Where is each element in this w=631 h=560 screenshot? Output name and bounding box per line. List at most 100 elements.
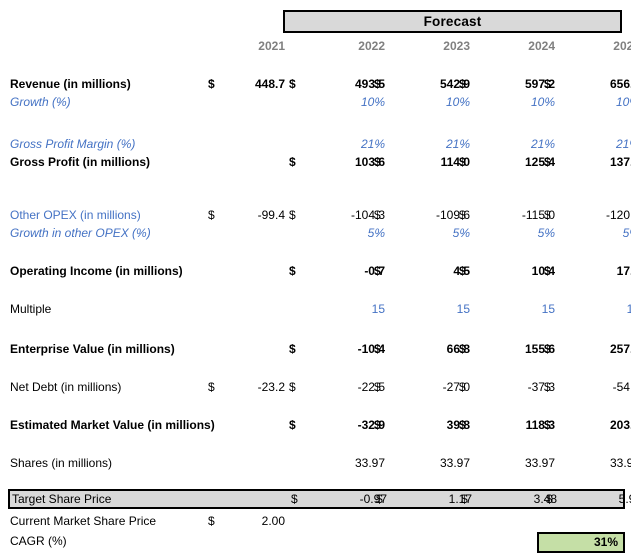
enterprise-value-currency-2025: $	[544, 342, 551, 356]
row-enterprise-value: Enterprise Value (in millions) $ -10.4 $…	[0, 341, 631, 358]
estimated-market-value-currency-2024: $	[459, 418, 466, 432]
operating-income-currency-2025: $	[544, 264, 551, 278]
target-share-price-currency-2022: $	[291, 492, 298, 506]
row-label-shares: Shares (in millions)	[10, 456, 113, 470]
growth-value-2024[interactable]: 10%	[481, 94, 555, 111]
revenue-currency-2024: $	[459, 77, 466, 91]
row-estimated-market-value: Estimated Market Value (in millions) $ -…	[0, 417, 631, 434]
revenue-currency-2023: $	[374, 77, 381, 91]
revenue-currency-2025: $	[544, 77, 551, 91]
row-label-growth-other-opex: Growth in other OPEX (%)	[10, 226, 151, 240]
target-share-price-currency-2024: $	[461, 492, 468, 506]
cagr-value: 31%	[593, 535, 618, 549]
revenue-currency-2022: $	[289, 77, 296, 91]
other-opex-value-2021[interactable]: -99.4	[211, 207, 285, 224]
estimated-market-value-currency-2025: $	[544, 418, 551, 432]
other-opex-currency-2023: $	[374, 208, 381, 222]
net-debt-currency-2022: $	[289, 380, 296, 394]
row-growth-other-opex: Growth in other OPEX (%) 5% 5% 5% 5%	[0, 225, 631, 242]
gross-profit-currency-2025: $	[544, 155, 551, 169]
net-debt-currency-2023: $	[374, 380, 381, 394]
gross-profit-margin-value-2022[interactable]: 21%	[311, 136, 385, 153]
cagr-value-box: 31%	[537, 532, 625, 553]
gross-profit-margin-value-2023[interactable]: 21%	[396, 136, 470, 153]
row-gross-profit: Gross Profit (in millions) $ 103.6 $ 114…	[0, 154, 631, 171]
net-debt-currency-2025: $	[544, 380, 551, 394]
enterprise-value-value-2025: 257.5	[609, 342, 631, 356]
enterprise-value-currency-2024: $	[459, 342, 466, 356]
year-header-2023: 2023	[443, 39, 470, 53]
growth-other-opex-value-2024[interactable]: 5%	[481, 225, 555, 242]
year-header-2021: 2021	[258, 39, 285, 53]
row-growth: Growth (%) 10% 10% 10% 10%	[0, 94, 631, 111]
gross-profit-currency-2023: $	[374, 155, 381, 169]
growth-other-opex-value-2025[interactable]: 5%	[566, 225, 631, 242]
shares-value-2022: 33.97	[354, 456, 385, 470]
multiple-value-2025[interactable]: 15	[566, 301, 631, 318]
row-current-market-share-price: Current Market Share Price $ 2.00	[0, 513, 631, 530]
row-gross-profit-margin: Gross Profit Margin (%) 21% 21% 21% 21%	[0, 136, 631, 153]
row-label-target-share-price: Target Share Price	[12, 492, 112, 506]
financial-model-sheet: Forecast 2021 2022 2023 2024 2025 Revenu…	[0, 0, 631, 560]
row-label-growth: Growth (%)	[10, 95, 71, 109]
row-label-gross-profit-margin: Gross Profit Margin (%)	[10, 137, 136, 151]
other-opex-currency-2022: $	[289, 208, 296, 222]
operating-income-currency-2024: $	[459, 264, 466, 278]
revenue-value-2021: 448.7	[254, 77, 285, 91]
other-opex-value-2025: -120.8	[605, 208, 631, 222]
enterprise-value-currency-2022: $	[289, 342, 296, 356]
other-opex-currency-2024: $	[459, 208, 466, 222]
year-header-row: 2021 2022 2023 2024 2025	[0, 38, 631, 54]
row-label-cagr: CAGR (%)	[10, 534, 67, 548]
row-label-other-opex: Other OPEX (in millions)	[10, 208, 141, 222]
row-net-debt: Net Debt (in millions) $ -23.2 $ -22.5 $…	[0, 379, 631, 396]
gross-profit-currency-2022: $	[289, 155, 296, 169]
row-label-operating-income: Operating Income (in millions)	[10, 264, 183, 278]
target-share-price-value-2025: 5.97	[618, 492, 631, 506]
year-header-2022: 2022	[358, 39, 385, 53]
other-opex-currency-2025: $	[544, 208, 551, 222]
gross-profit-value-2025: 137.9	[609, 155, 631, 169]
forecast-label: Forecast	[423, 14, 482, 29]
net-debt-value-2021[interactable]: -23.2	[211, 379, 285, 396]
revenue-value-2025: 656.9	[609, 77, 631, 91]
row-label-current-market-share-price: Current Market Share Price	[10, 514, 157, 528]
target-share-price-currency-2023: $	[376, 492, 383, 506]
row-label-multiple: Multiple	[10, 302, 52, 316]
net-debt-currency-2024: $	[459, 380, 466, 394]
forecast-header-banner: Forecast	[283, 10, 622, 33]
target-share-price-currency-2025: $	[546, 492, 553, 506]
estimated-market-value-currency-2023: $	[374, 418, 381, 432]
gross-profit-margin-value-2025[interactable]: 21%	[566, 136, 631, 153]
row-operating-income: Operating Income (in millions) $ -0.7 $ …	[0, 263, 631, 280]
shares-value-2024: 33.97	[524, 456, 555, 470]
growth-other-opex-value-2023[interactable]: 5%	[396, 225, 470, 242]
growth-value-2022[interactable]: 10%	[311, 94, 385, 111]
year-header-2025: 2025	[613, 39, 631, 53]
multiple-value-2022[interactable]: 15	[311, 301, 385, 318]
multiple-value-2024[interactable]: 15	[481, 301, 555, 318]
shares-value-2023: 33.97	[439, 456, 470, 470]
growth-value-2025[interactable]: 10%	[566, 94, 631, 111]
growth-value-2023[interactable]: 10%	[396, 94, 470, 111]
net-debt-value-2025: -54.5	[612, 380, 631, 394]
row-target-share-price: Target Share Price $ -0.97 $ 1.17 $ 3.48…	[8, 489, 631, 509]
row-label-revenue: Revenue (in millions)	[10, 77, 131, 91]
enterprise-value-currency-2023: $	[374, 342, 381, 356]
row-label-net-debt: Net Debt (in millions)	[10, 380, 122, 394]
multiple-value-2023[interactable]: 15	[396, 301, 470, 318]
estimated-market-value-currency-2022: $	[289, 418, 296, 432]
gross-profit-currency-2024: $	[459, 155, 466, 169]
operating-income-currency-2023: $	[374, 264, 381, 278]
row-label-enterprise-value: Enterprise Value (in millions)	[10, 342, 175, 356]
year-header-2024: 2024	[528, 39, 555, 53]
operating-income-currency-2022: $	[289, 264, 296, 278]
current-market-share-price-value[interactable]: 2.00	[211, 513, 285, 530]
estimated-market-value-value-2025: 203.0	[609, 418, 631, 432]
row-shares: Shares (in millions) 33.97 33.97 33.97 3…	[0, 455, 631, 472]
row-other-opex: Other OPEX (in millions) $ -99.4 $ -104.…	[0, 207, 631, 224]
operating-income-value-2025: 17.2	[616, 264, 631, 278]
growth-other-opex-value-2022[interactable]: 5%	[311, 225, 385, 242]
gross-profit-margin-value-2024[interactable]: 21%	[481, 136, 555, 153]
row-multiple: Multiple 15 15 15 15	[0, 301, 631, 318]
